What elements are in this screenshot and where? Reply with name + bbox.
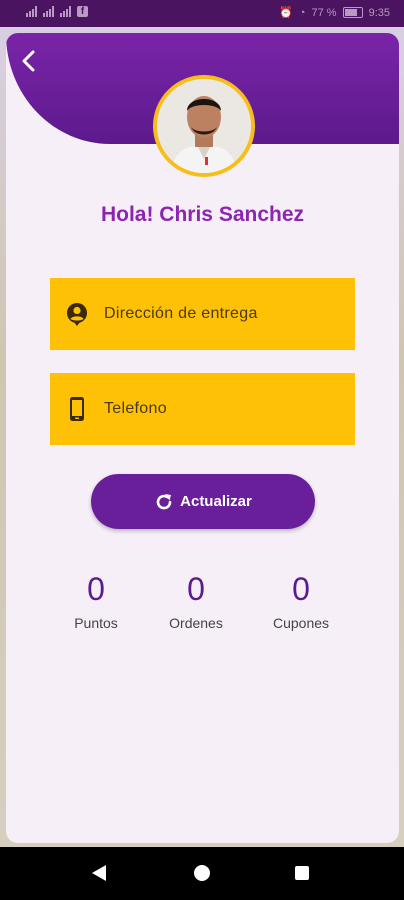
profile-card: Hola! Chris Sanchez Dirección de entrega… (6, 33, 399, 843)
facebook-icon: f (77, 6, 88, 17)
account-pin-icon (67, 303, 87, 326)
signal-icon (43, 6, 54, 17)
nav-recents-icon[interactable] (295, 866, 309, 880)
refresh-icon (156, 493, 172, 509)
phone-field[interactable]: Telefono (50, 373, 355, 445)
stat-orders: 0 Ordenes (146, 569, 246, 631)
address-label: Dirección de entrega (104, 305, 258, 322)
stat-coupons: 0 Cupones (251, 569, 351, 631)
chevron-left-icon (22, 50, 35, 72)
back-button[interactable] (14, 45, 46, 77)
update-button[interactable]: Actualizar (91, 474, 315, 529)
greeting-title: Hola! Chris Sanchez (100, 203, 305, 226)
stat-points-label: Puntos (74, 615, 118, 631)
status-left: f (26, 6, 88, 17)
status-bar: f ⏰ ◔ 77 % 9:35 (0, 0, 404, 27)
phone-label: Telefono (104, 400, 167, 417)
avatar[interactable] (153, 75, 255, 177)
stat-points-value: 0 (87, 571, 105, 607)
stat-orders-value: 0 (187, 571, 205, 607)
stat-coupons-value: 0 (292, 571, 310, 607)
system-nav-bar (0, 847, 404, 900)
signal-icon (60, 6, 71, 17)
stat-coupons-label: Cupones (272, 615, 330, 631)
user-photo (157, 79, 251, 173)
status-right: ⏰ ◔ 77 % 9:35 (279, 6, 390, 20)
battery-icon (342, 7, 363, 18)
nav-back-icon[interactable] (92, 865, 106, 881)
wifi-icon: ◔ (298, 6, 306, 19)
stat-orders-label: Ordenes (169, 615, 223, 631)
nav-home-icon[interactable] (194, 865, 210, 881)
update-label: Actualizar (180, 493, 252, 510)
signal-icon (26, 6, 37, 17)
stat-points: 0 Puntos (46, 569, 146, 631)
address-field[interactable]: Dirección de entrega (50, 278, 355, 350)
phone-icon (70, 397, 84, 421)
battery-percent: 77 % (311, 6, 337, 19)
status-time: 9:35 (368, 6, 390, 19)
alarm-icon: ⏰ (279, 7, 293, 19)
